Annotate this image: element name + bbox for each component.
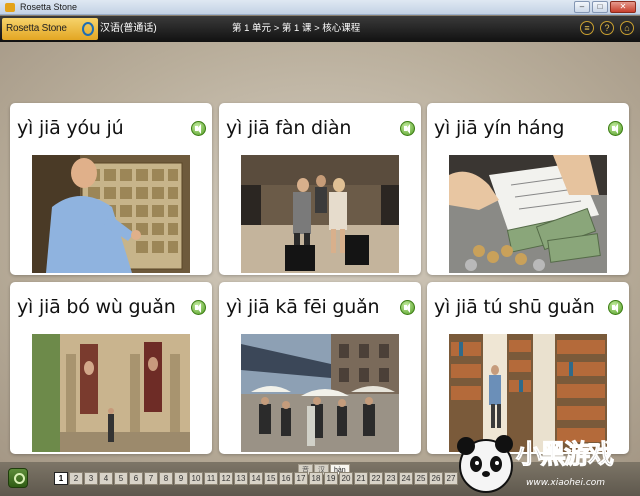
watermark-url: www.xiaohei.com (526, 478, 606, 488)
menu-icon[interactable]: ≡ (580, 21, 594, 35)
language-label: 汉语(普通话) (100, 23, 157, 34)
page-button[interactable]: 15 (264, 472, 278, 485)
page-button[interactable]: 2 (69, 472, 83, 485)
page-button[interactable]: 25 (414, 472, 428, 485)
page-button[interactable]: 26 (429, 472, 443, 485)
window-controls: – □ ✕ (574, 1, 636, 13)
page-button[interactable]: 5 (114, 472, 128, 485)
hotel-photo (241, 155, 399, 273)
answer-card-cafe[interactable]: yì jiā kā fēi guǎn (219, 282, 421, 454)
window-titlebar: Rosetta Stone – □ ✕ (0, 0, 640, 15)
page-button[interactable]: 13 (234, 472, 248, 485)
page-button[interactable]: 7 (144, 472, 158, 485)
card-word: yì jiā fàn diàn (226, 117, 352, 139)
speaker-icon[interactable] (191, 300, 206, 315)
answer-card-library[interactable]: yì jiā tú shū guǎn (427, 282, 629, 454)
watermark-title: 小黑游戏 (515, 440, 614, 471)
page-button[interactable]: 8 (159, 472, 173, 485)
answer-card-hotel[interactable]: yì jiā fàn diàn (219, 103, 421, 275)
page-button[interactable]: 9 (174, 472, 188, 485)
window-title: Rosetta Stone (20, 2, 78, 12)
minimize-button[interactable]: – (574, 1, 590, 13)
zoom-icon[interactable] (8, 468, 28, 488)
page-button[interactable]: 24 (399, 472, 413, 485)
card-word: yì jiā yín háng (434, 117, 565, 139)
card-word: yì jiā tú shū guǎn (434, 296, 595, 318)
speaker-icon[interactable] (191, 121, 206, 136)
page-button[interactable]: 10 (189, 472, 203, 485)
page-button[interactable]: 21 (354, 472, 368, 485)
page-button[interactable]: 11 (204, 472, 218, 485)
card-word: yì jiā bó wù guǎn (17, 296, 176, 318)
speaker-icon[interactable] (400, 300, 415, 315)
home-icon[interactable]: ⌂ (620, 21, 634, 35)
page-button[interactable]: 12 (219, 472, 233, 485)
page-button[interactable]: 1 (54, 472, 68, 485)
rosetta-stone-logo: Rosetta Stone (2, 18, 98, 40)
logo-mark-icon (82, 22, 94, 36)
site-watermark: 小黑游戏 www.xiaohei.com (446, 430, 640, 496)
speaker-icon[interactable] (608, 300, 623, 315)
post-office-photo (32, 155, 190, 273)
maximize-button[interactable]: □ (592, 1, 608, 13)
page-button[interactable]: 20 (339, 472, 353, 485)
header-tools: ≡ ? ⌂ (580, 21, 634, 35)
page-button[interactable]: 4 (99, 472, 113, 485)
screen-pager: 1 2 3 4 5 6 7 8 9 10 11 12 13 14 15 16 17 18 19 20 21 22 23 24 2… (54, 472, 458, 485)
app-header: Rosetta Stone 汉语(普通话) 第 1 单元 > 第 1 课 > 核… (0, 16, 640, 42)
answer-card-bank[interactable]: yì jiā yín háng (427, 103, 629, 275)
logo-text: Rosetta Stone (6, 23, 67, 34)
card-word: yì jiā kā fēi guǎn (226, 296, 380, 318)
page-button[interactable]: 3 (84, 472, 98, 485)
page-button[interactable]: 18 (309, 472, 323, 485)
lesson-stage: yì jiā yóu jú yì jiā fàn diàn yì jiā yín… (0, 42, 640, 462)
answer-card-museum[interactable]: yì jiā bó wù guǎn (10, 282, 212, 454)
close-button[interactable]: ✕ (610, 1, 636, 13)
app-icon (5, 3, 15, 12)
page-button[interactable]: 23 (384, 472, 398, 485)
page-button[interactable]: 14 (249, 472, 263, 485)
page-button[interactable]: 17 (294, 472, 308, 485)
help-icon[interactable]: ? (600, 21, 614, 35)
page-button[interactable]: 19 (324, 472, 338, 485)
page-button[interactable]: 16 (279, 472, 293, 485)
breadcrumb: 第 1 单元 > 第 1 课 > 核心课程 (232, 23, 361, 34)
speaker-icon[interactable] (608, 121, 623, 136)
card-word: yì jiā yóu jú (17, 117, 124, 139)
answer-card-post-office[interactable]: yì jiā yóu jú (10, 103, 212, 275)
museum-photo (32, 334, 190, 452)
page-button[interactable]: 6 (129, 472, 143, 485)
bank-photo (449, 155, 607, 273)
cafe-photo (241, 334, 399, 452)
page-button[interactable]: 22 (369, 472, 383, 485)
speaker-icon[interactable] (400, 121, 415, 136)
